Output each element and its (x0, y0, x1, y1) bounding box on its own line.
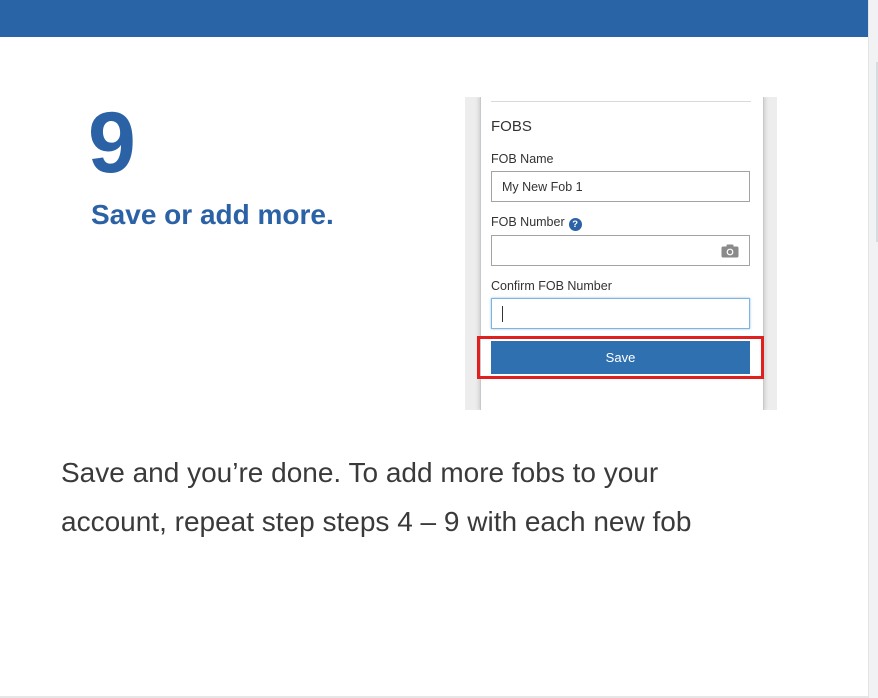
fob-number-label-row: FOB Number? (491, 215, 582, 231)
fob-number-label: FOB Number (491, 215, 565, 229)
description-line-2: account, repeat step steps 4 – 9 with ea… (61, 506, 692, 537)
confirm-fob-number-label: Confirm FOB Number (491, 279, 612, 293)
step-number: 9 (88, 95, 136, 191)
fobs-section-title: FOBS (491, 118, 532, 135)
fob-name-label: FOB Name (491, 152, 554, 166)
help-icon[interactable]: ? (568, 218, 582, 231)
confirm-fob-number-field[interactable] (491, 298, 750, 329)
fob-name-field[interactable]: My New Fob 1 (491, 171, 750, 202)
divider (491, 101, 751, 102)
step-description: Save and you’re done. To add more fobs t… (61, 448, 821, 546)
camera-icon[interactable] (721, 244, 739, 258)
step-title: Save or add more. (91, 199, 334, 230)
save-highlight-box (477, 336, 764, 379)
fob-number-field[interactable] (491, 235, 750, 266)
header-bar (0, 0, 868, 37)
text-caret (502, 306, 503, 322)
fob-name-value: My New Fob 1 (502, 180, 583, 194)
description-line-1: Save and you’re done. To add more fobs t… (61, 457, 659, 488)
